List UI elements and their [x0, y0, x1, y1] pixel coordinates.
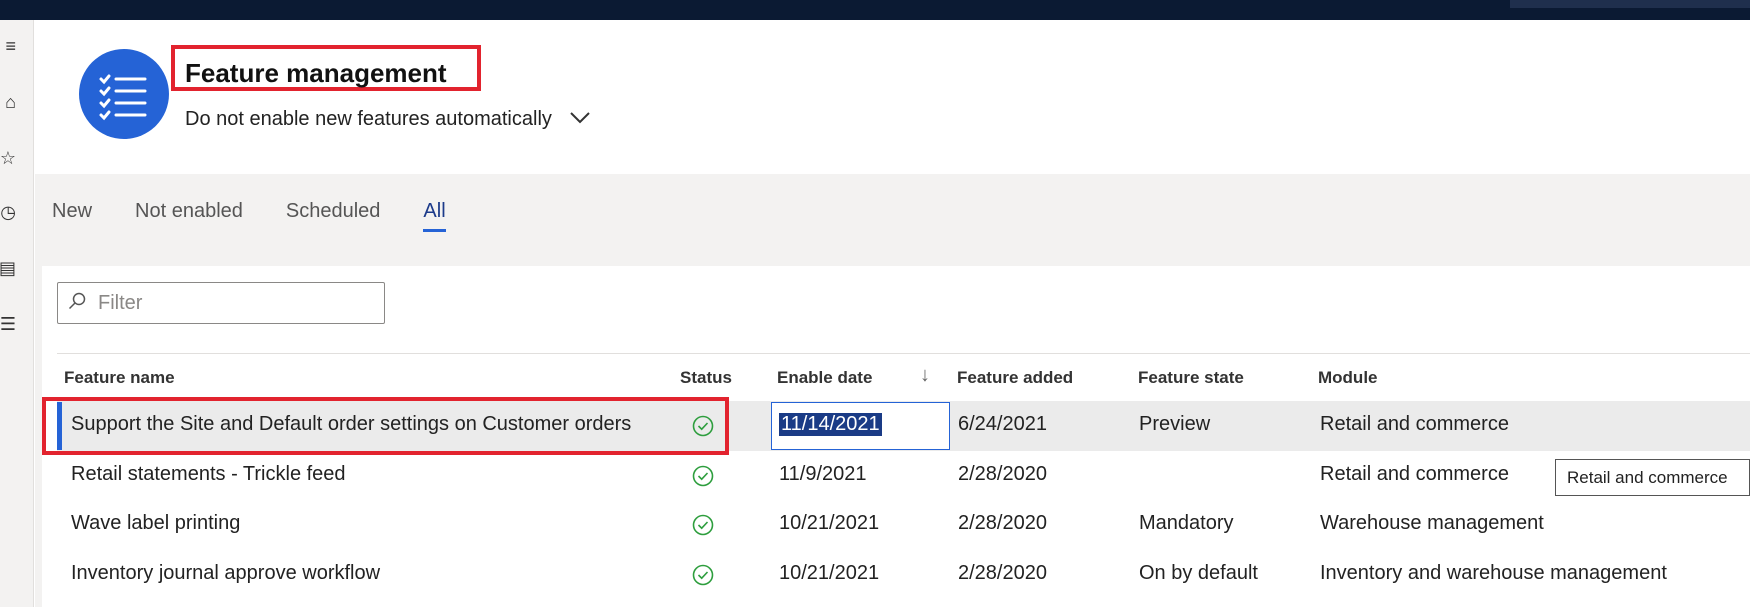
module-cell: Inventory and warehouse management [1320, 562, 1667, 584]
feature-name-cell[interactable]: Inventory journal approve workflow [71, 562, 380, 585]
module-tooltip: Retail and commerce [1555, 459, 1750, 496]
filter-input[interactable]: Filter [57, 282, 385, 324]
check-circle-icon [692, 465, 714, 487]
tab-bar: New Not enabled Scheduled All [52, 200, 489, 232]
check-circle-icon [692, 514, 714, 536]
auto-enable-dropdown[interactable]: Do not enable new features automatically [185, 108, 590, 131]
module-cell: Warehouse management [1320, 512, 1544, 534]
feature-name-cell[interactable]: Wave label printing [71, 512, 240, 535]
enable-date-selected-text[interactable]: 11/14/2021 [779, 413, 882, 436]
column-header-feature-added[interactable]: Feature added [957, 368, 1073, 388]
modules-list-icon[interactable]: ☰ [0, 310, 16, 338]
column-header-feature-state[interactable]: Feature state [1138, 368, 1244, 388]
grid-divider [57, 353, 1750, 354]
favorites-star-icon[interactable]: ☆ [0, 144, 16, 172]
workspaces-icon[interactable]: ▤ [0, 254, 16, 282]
top-bar-search-area[interactable] [1510, 0, 1750, 8]
auto-enable-label: Do not enable new features automatically [185, 108, 552, 130]
home-icon[interactable]: ⌂ [0, 88, 16, 116]
hamburger-menu-icon[interactable]: ≡ [0, 32, 16, 60]
feature-added-cell: 2/28/2020 [958, 562, 1047, 584]
feature-added-cell: 6/24/2021 [958, 413, 1047, 435]
checklist-icon [79, 49, 169, 139]
enable-date-cell: 10/21/2021 [779, 512, 880, 534]
column-header-status[interactable]: Status [680, 368, 732, 388]
search-icon [68, 292, 86, 315]
feature-state-cell: On by default [1139, 562, 1258, 584]
page-title: Feature management [185, 58, 447, 88]
page-header: Feature management Do not enable new fea… [35, 20, 1750, 174]
column-header-feature-name[interactable]: Feature name [64, 368, 175, 388]
top-bar [0, 0, 1750, 20]
module-cell: Retail and commerce [1320, 463, 1509, 485]
tab-scheduled[interactable]: Scheduled [286, 200, 381, 223]
tab-not-enabled[interactable]: Not enabled [135, 200, 243, 223]
enable-date-cell: 11/9/2021 [779, 463, 867, 485]
recent-clock-icon[interactable]: ◷ [0, 198, 16, 226]
left-navigation: ≡ ⌂ ☆ ◷ ▤ ☰ [0, 20, 34, 607]
column-header-enable-date[interactable]: Enable date [777, 368, 872, 388]
feature-state-cell: Preview [1139, 413, 1211, 435]
chevron-down-icon [570, 111, 590, 129]
feature-added-cell: 2/28/2020 [958, 463, 1047, 485]
feature-state-cell: Mandatory [1139, 512, 1234, 534]
tab-all[interactable]: All [423, 200, 446, 232]
enable-date-cell: 10/21/2021 [779, 562, 880, 584]
check-circle-icon [692, 564, 714, 586]
feature-added-cell: 2/28/2020 [958, 512, 1047, 534]
filter-placeholder: Filter [98, 291, 143, 314]
module-cell: Retail and commerce [1320, 413, 1509, 435]
feature-name-cell[interactable]: Retail statements - Trickle feed [71, 463, 346, 486]
column-header-module[interactable]: Module [1318, 368, 1378, 388]
sort-down-arrow-icon[interactable]: ↓ [920, 364, 930, 387]
row-highlight-box [42, 397, 729, 455]
tab-new[interactable]: New [52, 200, 92, 223]
